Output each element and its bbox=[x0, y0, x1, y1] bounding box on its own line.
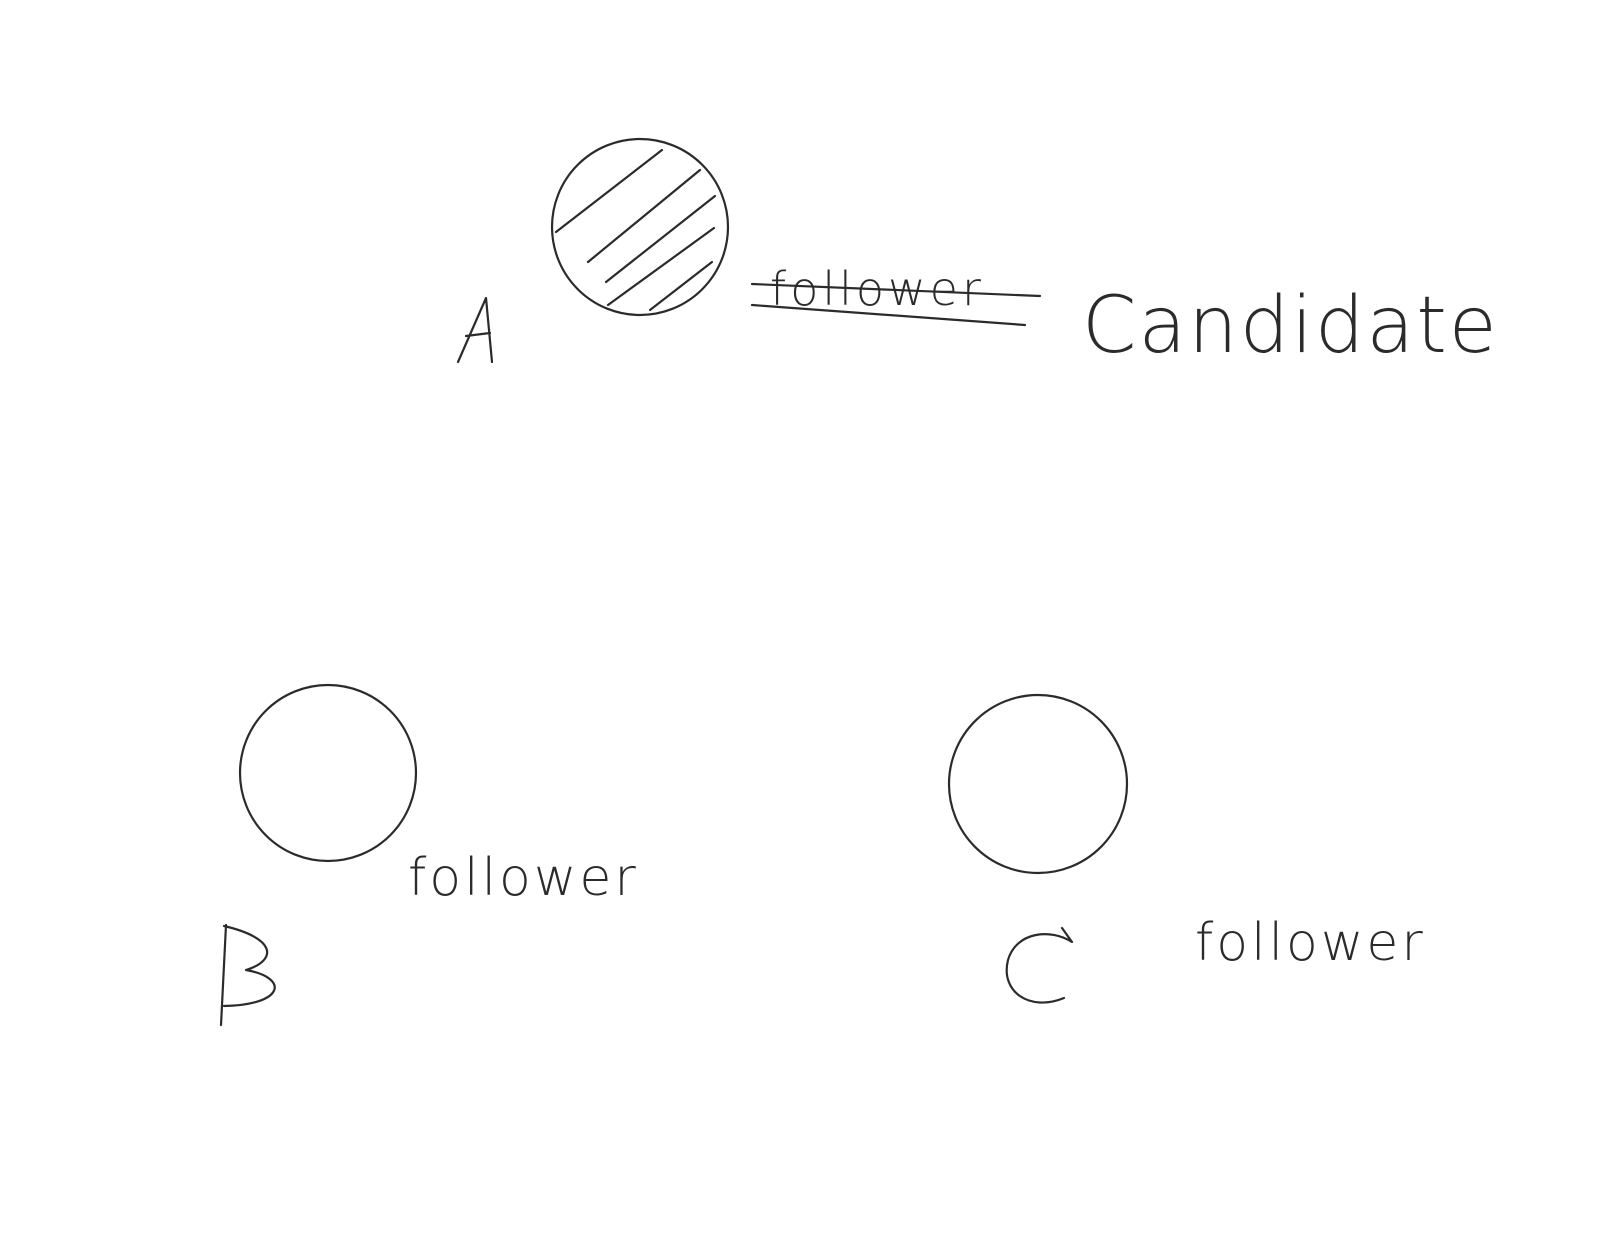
node-c: C follower bbox=[947, 693, 1426, 1004]
node-b: B follower bbox=[219, 683, 639, 1027]
node-a: A follower Candidate bbox=[456, 137, 1499, 371]
node-a-letter: A bbox=[472, 358, 473, 361]
node-b-circle bbox=[238, 683, 418, 863]
node-b-letter-mark bbox=[219, 923, 276, 1027]
node-b-state-label: follower bbox=[408, 848, 639, 908]
whiteboard-canvas: A follower Candidate B follower C follow… bbox=[219, 137, 1499, 1027]
node-a-circle bbox=[550, 137, 730, 317]
node-c-state-label: follower bbox=[1195, 913, 1426, 973]
node-c-circle bbox=[947, 693, 1129, 875]
node-c-letter-mark bbox=[1005, 926, 1074, 1004]
node-a-letter-mark bbox=[456, 296, 494, 364]
node-c-letter: C bbox=[1040, 989, 1041, 991]
node-b-letter: B bbox=[240, 999, 241, 1001]
node-a-hatching bbox=[554, 148, 717, 312]
node-a-state-label: Candidate bbox=[1082, 281, 1499, 371]
